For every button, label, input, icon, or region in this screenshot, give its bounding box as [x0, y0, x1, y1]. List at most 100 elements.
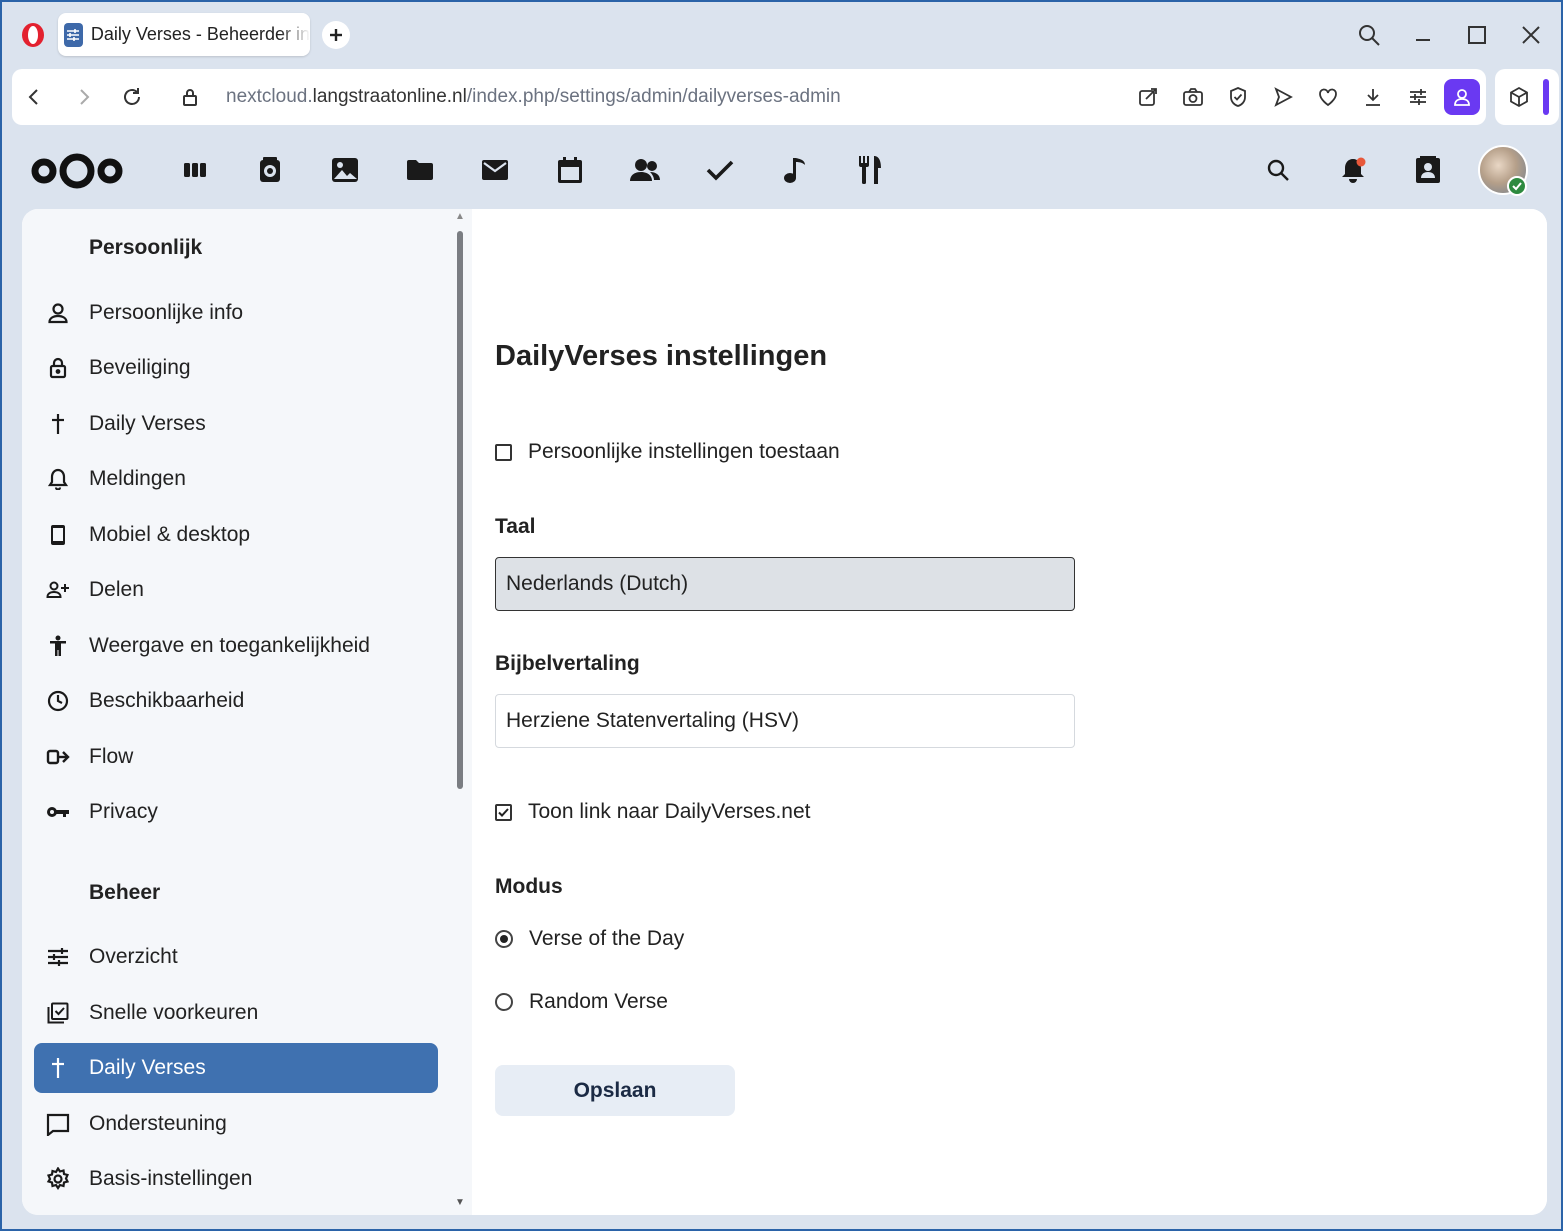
camera-icon[interactable] — [1179, 83, 1207, 111]
gear-icon — [45, 1166, 71, 1192]
show-link-row[interactable]: Toon link naar DailyVerses.net — [495, 800, 811, 824]
browser-profile-button[interactable] — [1444, 79, 1480, 115]
memories-icon[interactable] — [254, 154, 286, 186]
cookbook-icon[interactable] — [854, 154, 886, 186]
sidebar-item-daily-verses-personal[interactable]: Daily Verses — [34, 399, 438, 449]
sidebar-item-personal-info[interactable]: Persoonlijke info — [34, 288, 438, 338]
reload-icon[interactable] — [118, 83, 146, 111]
sidebar-item-privacy[interactable]: Privacy — [34, 787, 438, 837]
sidebar-item-availability[interactable]: Beschikbaarheid — [34, 676, 438, 726]
contacts-icon[interactable] — [629, 154, 661, 186]
sidebar-item-overview[interactable]: Overzicht — [34, 932, 438, 982]
translation-select[interactable]: Herziene Statenvertaling (HSV) — [495, 694, 1075, 748]
contacts-menu-icon[interactable] — [1412, 154, 1444, 186]
easy-setup-icon[interactable] — [1404, 83, 1432, 111]
sidebar-item-label: Privacy — [89, 800, 158, 823]
edit-share-icon[interactable] — [1134, 83, 1162, 111]
download-icon[interactable] — [1359, 83, 1387, 111]
save-button[interactable]: Opslaan — [495, 1065, 735, 1116]
sidebar-item-label: Meldingen — [89, 467, 186, 490]
sidebar-item-notifications[interactable]: Meldingen — [34, 454, 438, 504]
url-text[interactable]: nextcloud.langstraatonline.nl/index.php/… — [226, 86, 841, 108]
extensions-area — [1495, 69, 1559, 125]
settings-favicon-icon — [64, 22, 83, 47]
tab-fade — [280, 13, 310, 56]
radio-label: Verse of the Day — [529, 927, 685, 950]
language-select[interactable]: Nederlands (Dutch) — [495, 557, 1075, 611]
send-icon[interactable] — [1269, 83, 1297, 111]
sidebar-item-security[interactable]: Beveiliging — [34, 343, 438, 393]
sidebar-item-flow[interactable]: Flow — [34, 732, 438, 782]
phone-icon — [45, 522, 71, 548]
photos-icon[interactable] — [329, 154, 361, 186]
share-user-icon — [45, 577, 71, 603]
nextcloud-logo-icon[interactable] — [30, 151, 124, 196]
cross-icon — [45, 411, 71, 437]
scroll-up-arrow-icon[interactable]: ▲ — [455, 211, 465, 222]
heart-icon[interactable] — [1314, 83, 1342, 111]
tasks-icon[interactable] — [704, 154, 736, 186]
sidebar-item-mobile-desktop[interactable]: Mobiel & desktop — [34, 510, 438, 560]
dashboard-icon[interactable] — [179, 154, 211, 186]
sidebar-item-support[interactable]: Ondersteuning — [34, 1099, 438, 1149]
mode-label: Modus — [495, 875, 563, 898]
allow-personal-settings-row[interactable]: Persoonlijke instellingen toestaan — [495, 440, 840, 464]
sidebar-item-accessibility[interactable]: Weergave en toegankelijkheid — [34, 621, 438, 671]
sidebar-item-label: Snelle voorkeuren — [89, 1001, 259, 1024]
clock-icon — [45, 688, 71, 714]
radio-verse-of-the-day[interactable] — [495, 930, 513, 948]
music-icon[interactable] — [779, 154, 811, 186]
browser-window: Daily Verses - Beheerder in nextcloud.la… — [0, 0, 1563, 1231]
lock-icon[interactable] — [176, 83, 204, 111]
section-title-admin: Beheer — [89, 881, 161, 904]
close-window-button[interactable] — [1516, 20, 1546, 50]
sidebar-item-label: Overzicht — [89, 945, 178, 968]
sidebar-item-basic-settings[interactable]: Basis-instellingen — [34, 1154, 438, 1204]
shield-icon[interactable] — [1224, 83, 1252, 111]
back-icon[interactable] — [20, 83, 48, 111]
opera-logo-icon[interactable] — [20, 22, 46, 48]
calendar-icon[interactable] — [554, 154, 586, 186]
extensions-cube-icon[interactable] — [1505, 83, 1533, 111]
tab-bar: Daily Verses - Beheerder in — [2, 2, 1561, 66]
scroll-down-arrow-icon[interactable]: ▼ — [455, 1197, 465, 1208]
page-title: DailyVerses instellingen — [495, 340, 828, 372]
sidebar-item-sharing[interactable]: Delen — [34, 565, 438, 615]
status-online-icon — [1507, 176, 1527, 196]
radio-label: Random Verse — [529, 990, 668, 1013]
allow-personal-checkbox[interactable] — [495, 443, 512, 461]
maximize-button[interactable] — [1462, 20, 1492, 50]
translation-label: Bijbelvertaling — [495, 652, 640, 675]
sidebar-item-label: Delen — [89, 578, 144, 601]
mail-icon[interactable] — [479, 154, 511, 186]
sidebar-item-quick-settings[interactable]: Snelle voorkeuren — [34, 988, 438, 1038]
minimize-button[interactable] — [1408, 20, 1438, 50]
sidebar-item-label: Beschikbaarheid — [89, 689, 245, 712]
sidebar-item-label: Beveiliging — [89, 356, 191, 379]
nextcloud-header — [2, 128, 1561, 210]
cross-icon — [45, 1055, 71, 1081]
content-area: ▲ ▼ Persoonlijk Persoonlijke info Beveil… — [22, 209, 1547, 1215]
settings-sidebar: ▲ ▼ Persoonlijk Persoonlijke info Beveil… — [22, 209, 472, 1215]
search-icon[interactable] — [1262, 154, 1294, 186]
mode-option-verse-of-the-day[interactable]: Verse of the Day — [495, 927, 684, 951]
radio-random-verse[interactable] — [495, 993, 513, 1011]
new-tab-button[interactable] — [322, 21, 350, 49]
notifications-bell-icon[interactable] — [1337, 154, 1369, 186]
show-link-checkbox[interactable] — [495, 803, 512, 821]
tune-icon — [45, 944, 71, 970]
browser-tab-active[interactable]: Daily Verses - Beheerder in — [58, 13, 310, 56]
sidebar-toggle-bar[interactable] — [1543, 79, 1549, 115]
show-link-label: Toon link naar DailyVerses.net — [528, 800, 811, 823]
sidebar-scrollbar[interactable] — [457, 231, 463, 789]
sidebar-item-daily-verses-admin[interactable]: Daily Verses — [34, 1043, 438, 1093]
allow-personal-label: Persoonlijke instellingen toestaan — [528, 440, 840, 463]
url-path: /index.php/settings/admin/dailyverses-ad… — [466, 86, 841, 107]
mode-option-random-verse[interactable]: Random Verse — [495, 990, 668, 1014]
forward-icon[interactable] — [70, 83, 98, 111]
files-icon[interactable] — [404, 154, 436, 186]
checklist-icon — [45, 1000, 71, 1026]
section-title-personal: Persoonlijk — [89, 236, 203, 259]
key-icon — [45, 799, 71, 825]
search-tabs-icon[interactable] — [1354, 20, 1384, 50]
